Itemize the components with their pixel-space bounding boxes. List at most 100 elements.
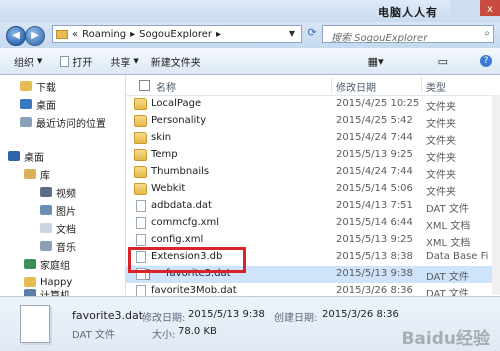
nav-label: 音乐 [56, 242, 76, 254]
select-all-checkbox[interactable] [139, 80, 150, 91]
address-bar[interactable]: « Roaming ▸ SogouExplorer ▸ [52, 25, 302, 43]
file-type: 文件夹 [426, 153, 456, 164]
nav-label: 库 [40, 170, 50, 182]
desktop-icon [8, 151, 20, 161]
nav-label: 视频 [56, 188, 76, 200]
nav-item-pictures[interactable]: 图片 [40, 201, 76, 219]
search-icon[interactable]: ⌕ [484, 28, 490, 39]
new-folder-button[interactable]: 新建文件夹 [151, 54, 201, 69]
file-name: LocalPage [151, 98, 202, 109]
table-row[interactable]: adbdata.dat 2015/4/13 7:51 DAT 文件 [126, 198, 500, 215]
details-modified-label: 修改日期: [142, 313, 186, 324]
table-row[interactable]: LocalPage 2015/4/25 10:25 文件夹 [126, 96, 500, 113]
file-name: Thumbnails [151, 166, 210, 177]
chevron-down-icon: ▼ [37, 57, 43, 65]
music-icon [40, 241, 52, 251]
file-name: skin [151, 132, 172, 143]
file-type: XML 文档 [426, 221, 471, 232]
column-divider[interactable] [421, 77, 422, 93]
vertical-scrollbar[interactable] [492, 95, 500, 295]
organize-menu[interactable]: 组织 ▼ [14, 54, 42, 69]
breadcrumb-separator[interactable]: ▸ [130, 29, 135, 40]
file-name: adbdata.dat [151, 200, 212, 211]
file-name: commcfg.xml [151, 217, 220, 228]
file-type: Data Base Fi [426, 251, 489, 262]
file-modified-date: 2015/5/13 9:38 [336, 268, 413, 279]
back-button[interactable]: ◀ [6, 26, 26, 46]
nav-item-homegroup[interactable]: 家庭组 [24, 255, 70, 273]
table-row[interactable]: Webkit 2015/5/14 5:06 文件夹 [126, 181, 500, 198]
breadcrumb-overflow[interactable]: « [72, 29, 78, 40]
nav-item-desktop-fav[interactable]: 桌面 [20, 95, 56, 113]
table-row[interactable]: Thumbnails 2015/4/24 7:44 文件夹 [126, 164, 500, 181]
share-label: 共享 [110, 57, 131, 69]
nav-item-videos[interactable]: 视频 [40, 183, 76, 201]
details-filetype: DAT 文件 [72, 330, 115, 341]
column-date[interactable]: 修改日期 [336, 79, 376, 94]
column-divider[interactable] [331, 77, 332, 93]
help-icon[interactable]: ? [480, 55, 492, 67]
forward-button[interactable]: ▶ [25, 26, 45, 46]
nav-item-music[interactable]: 音乐 [40, 237, 76, 255]
video-icon [40, 187, 52, 197]
picture-icon [40, 205, 52, 215]
nav-item-documents[interactable]: 文档 [40, 219, 76, 237]
file-type: 文件夹 [426, 119, 456, 130]
table-row[interactable]: skin 2015/4/24 7:44 文件夹 [126, 130, 500, 147]
nav-label: 家庭组 [40, 260, 70, 272]
breadcrumb-sogouexplorer[interactable]: SogouExplorer [139, 29, 212, 40]
table-row[interactable]: commcfg.xml 2015/5/14 6:44 XML 文档 [126, 215, 500, 232]
address-row: ◀ ▶ « Roaming ▸ SogouExplorer ▸ ▼ ⟳ 搜索 S… [0, 22, 500, 48]
recent-places-icon [20, 117, 32, 127]
file-name: favorite3Mob.dat [151, 285, 237, 296]
details-pane: favorite3.dat DAT 文件 修改日期: 2015/5/13 9:3… [0, 296, 500, 351]
file-modified-date: 2015/3/26 8:36 [336, 285, 413, 296]
refresh-icon[interactable]: ⟳ [304, 26, 320, 42]
file-modified-date: 2015/4/25 5:42 [336, 115, 413, 126]
breadcrumb-separator[interactable]: ▸ [216, 29, 221, 40]
column-name[interactable]: 名称 [156, 79, 176, 94]
selection-highlight-box [128, 247, 246, 273]
search-input[interactable]: 搜索 SogouExplorer ⌕ [322, 25, 494, 44]
file-type: 文件夹 [426, 187, 456, 198]
nav-item-desktop[interactable]: 桌面 [8, 147, 44, 165]
file-modified-date: 2015/5/13 8:38 [336, 251, 413, 262]
folder-icon [134, 115, 147, 127]
library-icon [24, 169, 36, 179]
open-button[interactable]: 打开 [60, 54, 92, 69]
table-row[interactable]: Personality 2015/4/25 5:42 文件夹 [126, 113, 500, 130]
nav-label: 文档 [56, 224, 76, 236]
file-modified-date: 2015/5/13 9:25 [336, 149, 413, 160]
folder-icon [134, 183, 147, 195]
file-name: Personality [151, 115, 207, 126]
details-created-label: 创建日期: [274, 313, 318, 324]
preview-pane-icon[interactable]: ▭ [438, 55, 448, 68]
window-buttons-icon[interactable]: x [450, 0, 500, 16]
address-dropdown-icon[interactable]: ▼ [284, 25, 300, 43]
desktop-icon [20, 99, 32, 109]
column-type[interactable]: 类型 [426, 79, 446, 94]
share-menu[interactable]: 共享 ▼ [110, 54, 138, 69]
window-controls[interactable]: x [450, 0, 500, 16]
nav-item-recent[interactable]: 最近访问的位置 [20, 113, 106, 131]
file-icon [136, 217, 146, 229]
navigation-pane: 下载 桌面 最近访问的位置 桌面 库 视频 图片 文档 音乐 家庭组 Happy… [0, 75, 126, 299]
organize-label: 组织 [14, 57, 34, 69]
view-options-icon[interactable]: ▦▾ [368, 55, 384, 68]
nav-item-libraries[interactable]: 库 [24, 165, 50, 183]
file-icon [136, 234, 146, 246]
downloads-folder-icon [20, 81, 32, 91]
file-type: 文件夹 [426, 170, 456, 181]
document-icon [40, 223, 52, 233]
file-type: DAT 文件 [426, 204, 469, 215]
nav-item-downloads[interactable]: 下载 [20, 77, 56, 95]
nav-label: 桌面 [36, 100, 56, 112]
chevron-down-icon: ▼ [133, 57, 139, 65]
details-created-value: 2015/3/26 8:36 [322, 309, 399, 320]
new-folder-label: 新建文件夹 [150, 57, 201, 69]
file-modified-date: 2015/4/25 10:25 [336, 98, 420, 109]
file-type: XML 文档 [426, 238, 471, 249]
table-row[interactable]: Temp 2015/5/13 9:25 文件夹 [126, 147, 500, 164]
user-folder-icon [24, 277, 36, 287]
breadcrumb-roaming[interactable]: Roaming [82, 29, 126, 40]
